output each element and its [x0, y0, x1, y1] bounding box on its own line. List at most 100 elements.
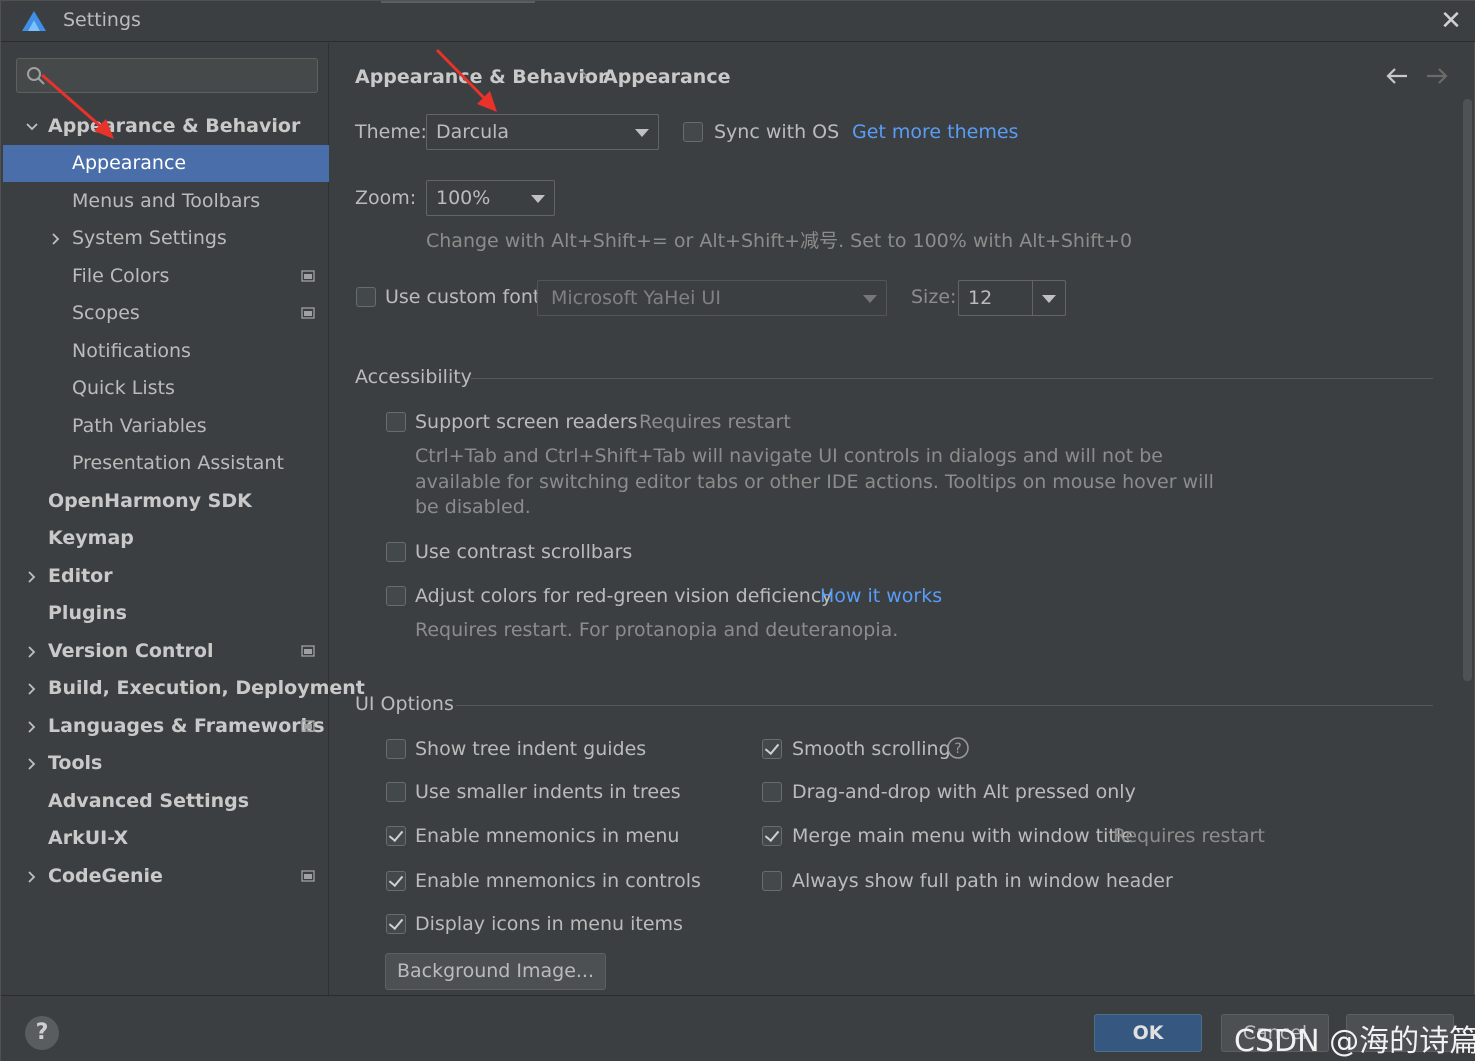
sidebar-item-plugins[interactable]: Plugins: [3, 595, 329, 632]
help-button[interactable]: ?: [25, 1016, 59, 1050]
chevron-down-icon: [26, 123, 38, 131]
breadcrumb-parent[interactable]: Appearance & Behavior: [355, 66, 607, 88]
sidebar-item-codegenie[interactable]: CodeGenie: [3, 858, 329, 895]
project-level-icon: [301, 307, 315, 319]
sidebar-item-label: Notifications: [72, 340, 191, 362]
project-level-icon: [301, 870, 315, 882]
zoom-dropdown[interactable]: 100%: [426, 180, 555, 216]
color-deficiency-checkbox[interactable]: [386, 586, 406, 606]
full-path-header-label: Always show full path in window header: [792, 870, 1173, 892]
color-deficiency-description: Requires restart. For protanopia and deu…: [415, 619, 899, 641]
sync-with-os-checkbox[interactable]: [683, 122, 703, 142]
svg-text:?: ?: [954, 741, 961, 757]
sidebar-item-appearance[interactable]: Appearance: [3, 145, 329, 182]
sidebar-item-openharmony-sdk[interactable]: OpenHarmony SDK: [3, 483, 329, 520]
watermark-text: CSDN @海的诗篇_: [1234, 1024, 1475, 1059]
sidebar-item-path-variables[interactable]: Path Variables: [3, 408, 329, 445]
sidebar-item-label: Keymap: [48, 527, 134, 549]
drag-drop-alt-checkbox[interactable]: [762, 782, 782, 802]
screen-readers-description-3: be disabled.: [415, 496, 531, 518]
merge-main-menu-checkbox[interactable]: [762, 826, 782, 846]
use-custom-font-checkbox[interactable]: [356, 287, 376, 307]
title-bar: Settings ✕: [1, 1, 1475, 42]
ok-button[interactable]: OK: [1094, 1014, 1202, 1052]
font-dropdown[interactable]: Microsoft YaHei UI: [537, 280, 887, 316]
sidebar-item-appearance-behavior[interactable]: Appearance & Behavior: [3, 108, 329, 145]
sidebar-item-label: Advanced Settings: [48, 790, 250, 812]
contrast-scrollbars-label: Use contrast scrollbars: [415, 541, 633, 563]
support-screen-readers-label: Support screen readers: [415, 411, 638, 433]
forward-arrow-icon[interactable]: [1425, 67, 1449, 85]
close-icon[interactable]: ✕: [1437, 7, 1465, 35]
sidebar-item-languages-frameworks[interactable]: Languages & Frameworks: [3, 708, 329, 745]
search-input[interactable]: [16, 58, 318, 93]
sidebar-item-label: CodeGenie: [48, 865, 163, 887]
smaller-indents-checkbox[interactable]: [386, 782, 406, 802]
mnemonics-controls-checkbox[interactable]: [386, 871, 406, 891]
sidebar-item-menus-toolbars[interactable]: Menus and Toolbars: [3, 183, 329, 220]
sidebar-item-arkui-x[interactable]: ArkUI-X: [3, 820, 329, 857]
support-screen-readers-checkbox[interactable]: [386, 412, 406, 432]
search-icon: [27, 67, 45, 85]
sidebar-item-label: System Settings: [72, 227, 227, 249]
sidebar-item-quick-lists[interactable]: Quick Lists: [3, 370, 329, 407]
sidebar-item-label: Presentation Assistant: [72, 452, 284, 474]
sidebar-item-file-colors[interactable]: File Colors: [3, 258, 329, 295]
sidebar-item-version-control[interactable]: Version Control: [3, 633, 329, 670]
window-title: Settings: [63, 9, 141, 31]
settings-window: Settings ✕ Appearance & Behavior Appeara…: [0, 0, 1475, 1061]
sidebar-item-label: OpenHarmony SDK: [48, 490, 252, 512]
smooth-scrolling-checkbox[interactable]: [762, 739, 782, 759]
project-level-icon: [301, 720, 315, 732]
content-scrollbar[interactable]: [1463, 99, 1472, 681]
get-more-themes-link[interactable]: Get more themes: [852, 121, 1018, 143]
sidebar-item-label: Appearance: [72, 152, 187, 174]
sidebar-item-advanced-settings[interactable]: Advanced Settings: [3, 783, 329, 820]
merge-main-menu-label: Merge main menu with window title: [792, 825, 1133, 847]
dialog-footer: ? OK Cancel CSDN @海的诗篇_: [1, 995, 1475, 1061]
chevron-right-icon: [28, 646, 36, 658]
sidebar-item-presentation-assistant[interactable]: Presentation Assistant: [3, 445, 329, 482]
chevron-right-icon: [52, 233, 60, 245]
font-size-combo[interactable]: 12: [958, 280, 1066, 316]
back-arrow-icon[interactable]: [1385, 67, 1409, 85]
tree-indent-guides-checkbox[interactable]: [386, 739, 406, 759]
sync-with-os-label: Sync with OS: [714, 121, 840, 143]
sidebar-item-build-execution-deployment[interactable]: Build, Execution, Deployment: [3, 670, 365, 707]
sidebar-item-tools[interactable]: Tools: [3, 745, 329, 782]
sidebar-item-label: Languages & Frameworks: [48, 715, 325, 737]
screen-readers-description-2: available for switching editor tabs or o…: [415, 471, 1214, 493]
contrast-scrollbars-checkbox[interactable]: [386, 542, 406, 562]
chevron-right-icon: [28, 758, 36, 770]
background-image-button[interactable]: Background Image...: [385, 953, 606, 990]
icons-in-menu-checkbox[interactable]: [386, 914, 406, 934]
sidebar-item-label: Tools: [48, 752, 103, 774]
how-it-works-link[interactable]: How it works: [820, 585, 942, 607]
mnemonics-menu-checkbox[interactable]: [386, 826, 406, 846]
sidebar-item-notifications[interactable]: Notifications: [3, 333, 329, 370]
help-circle-icon[interactable]: ?: [946, 736, 970, 760]
sidebar-item-label: Editor: [48, 565, 113, 587]
sidebar-item-keymap[interactable]: Keymap: [3, 520, 329, 557]
chevron-right-icon: [28, 721, 36, 733]
sidebar-item-scopes[interactable]: Scopes: [3, 295, 329, 332]
sidebar-item-system-settings[interactable]: System Settings: [3, 220, 329, 257]
smaller-indents-label: Use smaller indents in trees: [415, 781, 681, 803]
chevron-down-icon: [635, 129, 649, 137]
mnemonics-menu-label: Enable mnemonics in menu: [415, 825, 680, 847]
sidebar-item-editor[interactable]: Editor: [3, 558, 329, 595]
zoom-label: Zoom:: [355, 187, 417, 209]
theme-dropdown[interactable]: Darcula: [426, 114, 659, 150]
ui-options-header: UI Options: [355, 693, 454, 715]
chevron-right-icon: [28, 571, 36, 583]
color-deficiency-label: Adjust colors for red-green vision defic…: [415, 585, 833, 607]
chevron-down-icon: [863, 295, 877, 303]
project-level-icon: [301, 645, 315, 657]
sidebar-item-label: File Colors: [72, 265, 170, 287]
section-divider: [471, 378, 1433, 379]
requires-restart-note: Requires restart: [639, 411, 791, 433]
full-path-header-checkbox[interactable]: [762, 871, 782, 891]
sidebar-item-label: Build, Execution, Deployment: [48, 677, 365, 699]
app-logo-icon: [22, 11, 46, 31]
sidebar-item-label: Scopes: [72, 302, 140, 324]
